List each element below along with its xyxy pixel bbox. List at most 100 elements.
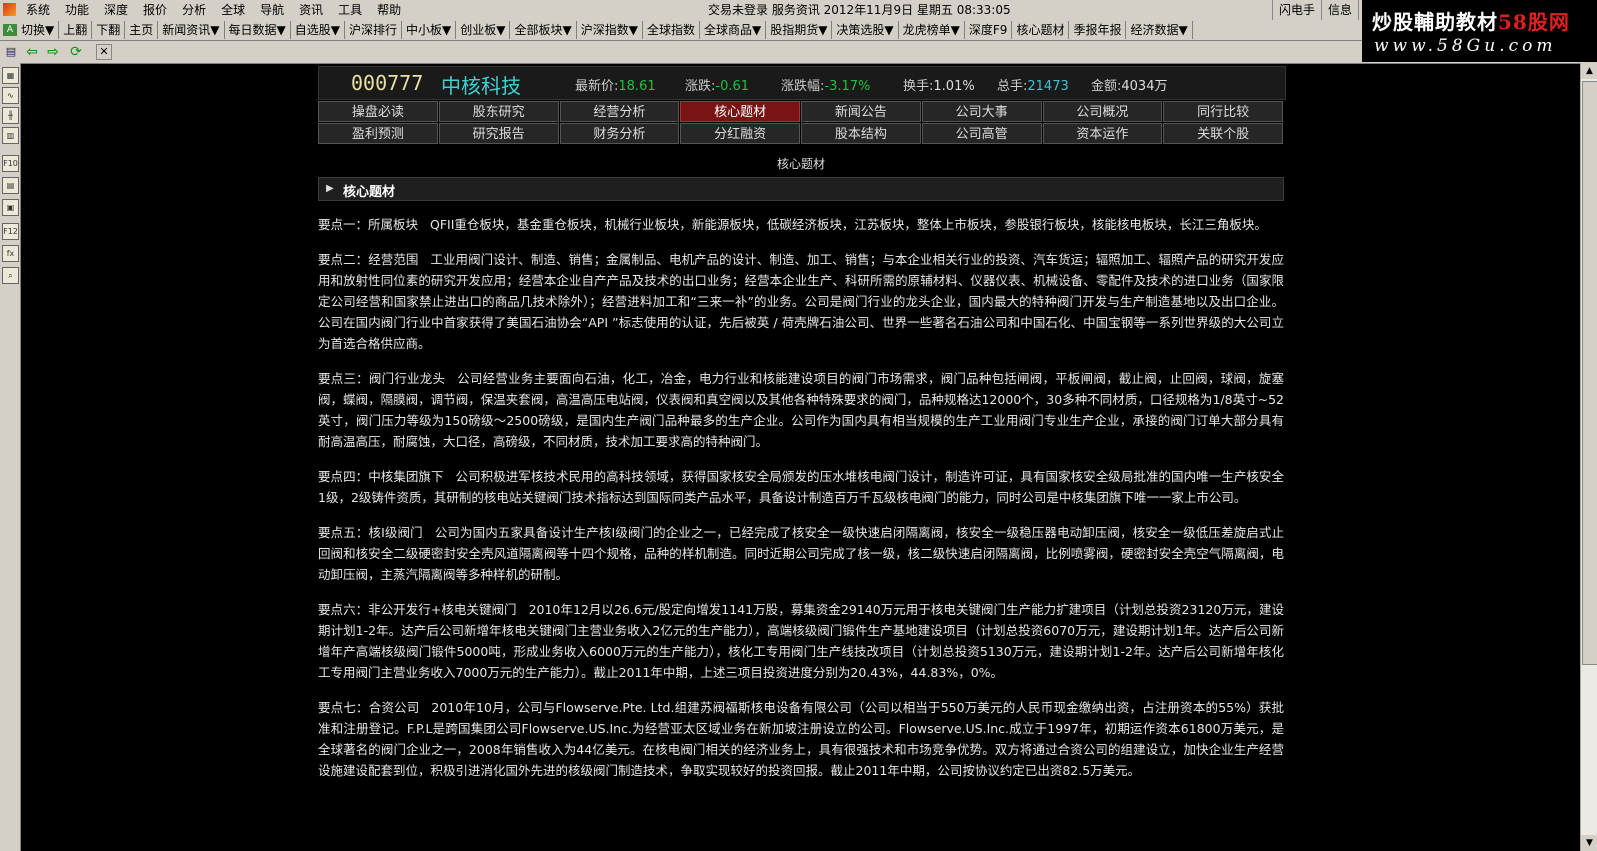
toolbar-button[interactable]: 中小板▼: [402, 21, 457, 39]
right-menu-item[interactable]: 信息: [1321, 0, 1358, 20]
points-body: 要点一：所属板块 QFII重仓板块，基金重仓板块，机械行业板块，新能源板块，低碳经…: [318, 214, 1284, 795]
forward-arrow-icon[interactable]: ⇨: [45, 44, 61, 60]
notes-icon[interactable]: ▣: [2, 199, 19, 216]
menu-item[interactable]: 导航: [260, 0, 291, 20]
left-tool-panel: ▦ ∿ ╫ ▥ F10 ▤ ▣ F12 fx ⌕: [0, 63, 21, 851]
toolbar-button[interactable]: 下翻: [92, 21, 126, 39]
scroll-thumb[interactable]: [1582, 81, 1597, 665]
f10-icon[interactable]: F10: [2, 155, 19, 172]
watermark-url: www.58Gu.com: [1374, 36, 1557, 56]
tab-row-1: 操盘必读 股东研究 经营分析 核心题材 新闻公告 公司大事 公司概况 同行比较: [318, 101, 1284, 122]
kline-chart-icon[interactable]: ╫: [2, 107, 19, 124]
toolbar-button[interactable]: 季报年报: [1069, 21, 1127, 39]
navigation-row: ▤ ⇦ ⇨ ⟳ ✕: [0, 41, 1597, 64]
stock-header: 000777 中核科技 最新价:18.61 涨跌:-0.61 涨跌幅:-3.17…: [318, 66, 1286, 100]
stock-code: 000777: [351, 71, 424, 95]
tab-row2-4[interactable]: 股本结构: [801, 123, 921, 144]
volume-value: 21473: [1027, 79, 1069, 94]
key-point-label: 要点一：所属板块: [318, 217, 419, 232]
toolbar-button[interactable]: 核心题材: [1012, 21, 1070, 39]
bar-chart-icon[interactable]: ▥: [2, 127, 19, 144]
pct-value: -3.17%: [824, 79, 871, 94]
tab-row-2: 盈利预测 研究报告 财务分析 分红融资 股本结构 公司高管 资本运作 关联个股: [318, 123, 1284, 144]
vertical-scrollbar[interactable]: ▲ ▼: [1580, 63, 1597, 851]
page-subtitle: 核心题材: [776, 157, 825, 171]
key-point-text: 公司为国内五家具备设计生产核I级阀门的企业之一，已经完成了核安全一级快速启闭隔离…: [318, 525, 1284, 582]
tab-row1-1[interactable]: 股东研究: [438, 101, 559, 122]
menu-item[interactable]: 深度: [104, 0, 135, 20]
toolbar-button[interactable]: 股指期货▼: [766, 21, 833, 39]
menu-item[interactable]: 帮助: [377, 0, 408, 20]
key-point-text: 公司积极进军核技术民用的高科技领域，获得国家核安全局颁发的压水堆核电阀门设计，制…: [318, 469, 1284, 505]
report-icon[interactable]: ▤: [2, 177, 19, 194]
toolbar-button[interactable]: 自选股▼: [291, 21, 345, 39]
key-point-label: 要点二：经营范围: [318, 252, 419, 267]
toolbar-button[interactable]: 全球指数: [643, 21, 700, 39]
key-point: 要点一：所属板块 QFII重仓板块，基金重仓板块，机械行业板块，新能源板块，低碳经…: [318, 214, 1284, 235]
back-arrow-icon[interactable]: ⇦: [24, 44, 40, 60]
page-icon[interactable]: ▤: [3, 44, 19, 60]
tab-row2-6[interactable]: 资本运作: [1042, 123, 1163, 144]
tab-row1-3[interactable]: 核心题材: [680, 101, 800, 122]
key-point-text: 公司经营业务主要面向石油，化工，冶金，电力行业和核能建设项目的阀门市场需求，阀门…: [318, 371, 1284, 449]
watermark-text-a: 炒股輔助教材: [1372, 10, 1498, 34]
turnover-value: 1.01%: [933, 79, 975, 94]
toolbar-button[interactable]: 创业板▼: [456, 21, 511, 39]
toolbar-button[interactable]: 沪深排行: [345, 21, 402, 39]
toolbar-button[interactable]: 决策选股▼: [832, 21, 899, 39]
right-menu-item[interactable]: 闪电手: [1272, 0, 1321, 20]
quote-amount: 金额:4034万: [1091, 79, 1168, 94]
toolbar-button[interactable]: 深度F9: [965, 21, 1013, 39]
section-title: 核心题材: [343, 185, 396, 200]
refresh-icon[interactable]: ⟳: [68, 44, 84, 60]
toolbar-button[interactable]: 每日数据▼: [225, 21, 291, 39]
tab-row1-0[interactable]: 操盘必读: [318, 101, 438, 122]
toolbar-button[interactable]: 新闻资讯▼: [158, 21, 225, 39]
toolbar-button[interactable]: 上翻: [59, 21, 93, 39]
toolbar-button[interactable]: 沪深指数▼: [577, 21, 643, 39]
tab-row2-0[interactable]: 盈利预测: [318, 123, 438, 144]
menu-item[interactable]: 资讯: [299, 0, 330, 20]
toolbar-button[interactable]: 经济数据▼: [1126, 21, 1193, 39]
key-point: 要点五：核I级阀门 公司为国内五家具备设计生产核I级阀门的企业之一，已经完成了核安…: [318, 522, 1284, 585]
toolbar-button[interactable]: 主页: [125, 21, 159, 39]
trend-chart-icon[interactable]: ∿: [2, 87, 19, 104]
scroll-down-icon[interactable]: ▼: [1581, 835, 1597, 851]
tab-row1-5[interactable]: 公司大事: [921, 101, 1042, 122]
tab-row1-4[interactable]: 新闻公告: [801, 101, 921, 122]
menu-item[interactable]: 功能: [65, 0, 96, 20]
tab-row2-1[interactable]: 研究报告: [438, 123, 559, 144]
tab-row2-2[interactable]: 财务分析: [559, 123, 680, 144]
market-flag-icon[interactable]: A: [3, 24, 17, 36]
toolbar-button[interactable]: 切换▼: [17, 21, 60, 39]
scroll-up-icon[interactable]: ▲: [1581, 63, 1597, 79]
menu-item[interactable]: 工具: [338, 0, 369, 20]
quote-list-icon[interactable]: ▦: [2, 67, 19, 84]
section-header[interactable]: ▶ 核心题材: [318, 177, 1284, 201]
tab-row2-3[interactable]: 分红融资: [680, 123, 800, 144]
tab-row1-7[interactable]: 同行比较: [1163, 101, 1283, 122]
tab-row2-7[interactable]: 关联个股: [1163, 123, 1283, 144]
formula-icon[interactable]: fx: [2, 245, 19, 262]
menu-item[interactable]: 系统: [26, 0, 57, 20]
watermark-text-c: 股网: [1527, 10, 1570, 34]
tab-row2-5[interactable]: 公司高管: [921, 123, 1042, 144]
quote-pct: 涨跌幅:-3.17%: [781, 79, 871, 94]
tab-row1-2[interactable]: 经营分析: [559, 101, 680, 122]
toolbar-button[interactable]: 全球商品▼: [700, 21, 767, 39]
toolbar-button[interactable]: 龙虎榜单▼: [899, 21, 965, 39]
close-icon[interactable]: ✕: [96, 44, 112, 60]
watermark-logo: 炒股輔助教材58股网 www.58Gu.com: [1362, 0, 1597, 62]
tab-row1-6[interactable]: 公司概况: [1042, 101, 1163, 122]
search-icon[interactable]: ⌕: [2, 267, 19, 284]
quote-change: 涨跌:-0.61: [685, 79, 750, 94]
menu-item[interactable]: 分析: [182, 0, 213, 20]
f12-icon[interactable]: F12: [2, 223, 19, 240]
app-window: 系统 功能 深度 报价 分析 全球 导航 资讯 工具 帮助 交易未登录 服务资讯 2012年11月…: [0, 0, 1597, 851]
menu-item[interactable]: 全球: [221, 0, 252, 20]
key-point-label: 要点三：阀门行业龙头: [318, 371, 446, 386]
main-menu: 系统 功能 深度 报价 分析 全球 导航 资讯 工具 帮助: [26, 0, 416, 20]
stock-name: 中核科技: [441, 74, 521, 98]
menu-item[interactable]: 报价: [143, 0, 174, 20]
toolbar-button[interactable]: 全部板块▼: [510, 21, 577, 39]
